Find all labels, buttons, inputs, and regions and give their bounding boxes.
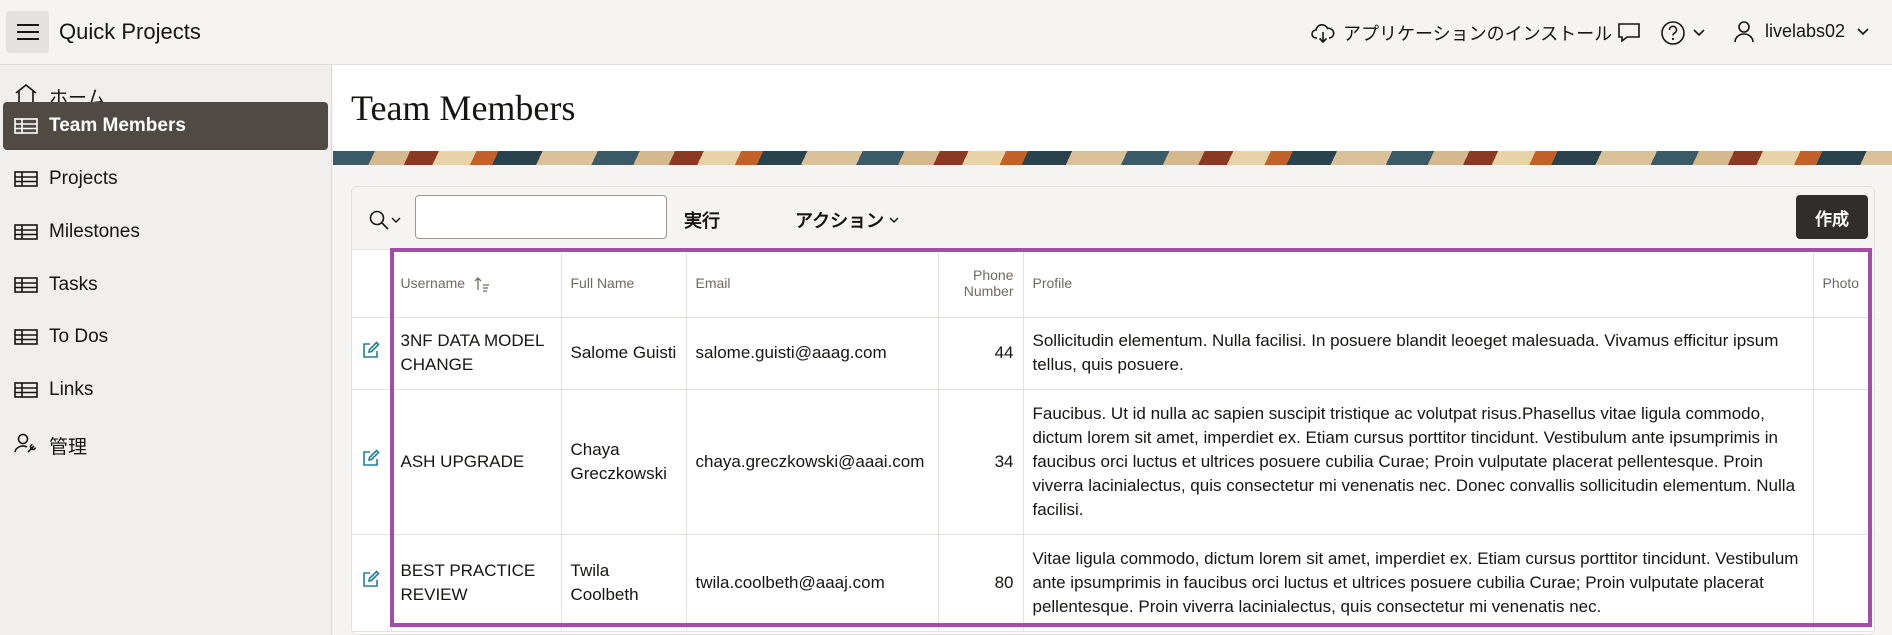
column-header-username[interactable]: Username: [391, 250, 562, 318]
cell-phone-number: 80: [938, 534, 1024, 632]
sort-ascending-icon: [474, 276, 489, 292]
go-button[interactable]: 実行: [684, 207, 720, 233]
cell-photo: [1813, 534, 1874, 632]
user-menu-button[interactable]: livelabs02: [1765, 21, 1870, 42]
table-icon: [14, 118, 38, 134]
cell-photo: [1813, 317, 1874, 390]
edit-cell[interactable]: [352, 389, 392, 535]
table-icon: [14, 329, 38, 345]
edit-column-header: [352, 250, 392, 318]
user-wrench-icon: [14, 433, 37, 453]
cell-email: chaya.greczkowski@aaai.com: [686, 389, 939, 535]
install-app-label: アプリケーションのインストール: [1343, 24, 1613, 44]
sidebar-item-label: 管理: [49, 437, 88, 458]
sidebar-item-admin[interactable]: 管理: [3, 419, 328, 467]
table-row: BEST PRACTICE REVIEW Twila Coolbeth twil…: [352, 534, 1874, 632]
sidebar-item-label: Milestones: [49, 221, 140, 242]
cell-profile: Faucibus. Ut id nulla ac sapien suscipit…: [1023, 389, 1814, 535]
sidebar-item-label: Team Members: [49, 115, 186, 136]
column-header-phone-number[interactable]: Phone Number: [938, 250, 1024, 318]
menu-toggle-button[interactable]: [6, 11, 49, 53]
edit-icon[interactable]: [361, 569, 381, 589]
chevron-down-icon: [889, 217, 899, 223]
table-icon: [14, 171, 38, 187]
edit-cell[interactable]: [352, 534, 392, 632]
table-icon: [14, 224, 38, 240]
sidebar-item-projects[interactable]: Projects: [3, 155, 328, 203]
username-label: livelabs02: [1765, 21, 1846, 41]
cell-email: salome.guisti@aaag.com: [686, 317, 939, 390]
actions-label: アクション: [795, 211, 885, 231]
page-title: Team Members: [351, 88, 576, 128]
actions-menu-button[interactable]: アクション: [795, 207, 900, 233]
cell-profile: Vitae ligula commodo, dictum lorem sit a…: [1023, 534, 1814, 632]
chevron-down-icon: [391, 217, 401, 223]
edit-icon[interactable]: [361, 340, 381, 360]
column-header-photo[interactable]: Photo: [1813, 250, 1874, 318]
search-column-button[interactable]: [368, 206, 408, 234]
edit-cell[interactable]: [352, 317, 392, 390]
cell-username: ASH UPGRADE: [391, 389, 562, 535]
cell-username: BEST PRACTICE REVIEW: [391, 534, 562, 632]
page-hero: Team Members: [333, 65, 1892, 165]
cell-username: 3NF DATA MODEL CHANGE: [391, 317, 562, 390]
cell-phone-number: 44: [938, 317, 1024, 390]
chevron-down-icon: [1693, 29, 1705, 37]
edit-icon[interactable]: [361, 448, 381, 468]
sidebar-item-label: Tasks: [49, 274, 98, 295]
table-row: ASH UPGRADE Chaya Greczkowski chaya.grec…: [352, 389, 1874, 535]
report-toolbar: 実行 アクション 作成: [352, 187, 1874, 250]
cloud-download-icon: [1311, 24, 1335, 44]
table-icon: [14, 382, 38, 398]
sidebar-item-label: Links: [49, 379, 94, 400]
sidebar-item-tasks[interactable]: Tasks: [3, 261, 328, 309]
table-icon: [14, 277, 38, 293]
search-icon: [369, 210, 389, 230]
column-header-email[interactable]: Email: [686, 250, 939, 318]
cell-phone-number: 34: [938, 389, 1024, 535]
report-table: Username Full Name Email Phone Number Pr…: [352, 250, 1874, 632]
decorative-banner: [333, 151, 1892, 165]
install-app-button[interactable]: アプリケーションのインストール: [1311, 20, 1612, 46]
cell-email: twila.coolbeth@aaaj.com: [686, 534, 939, 632]
chat-icon[interactable]: [1616, 20, 1642, 44]
help-menu-button[interactable]: [1660, 20, 1706, 46]
app-header: Quick Projects アプリケーションのインストール livelabs0…: [0, 0, 1892, 65]
cell-photo: [1813, 389, 1874, 535]
cell-profile: Sollicitudin elementum. Nulla facilisi. …: [1023, 317, 1814, 390]
sidebar-item-team-members[interactable]: Team Members: [3, 102, 328, 150]
user-icon: [1734, 21, 1754, 43]
help-icon: [1661, 21, 1685, 45]
cell-full-name: Salome Guisti: [561, 317, 687, 390]
cell-full-name: Chaya Greczkowski: [561, 389, 687, 535]
interactive-report: 実行 アクション 作成 Username Full Name Email Pho…: [351, 186, 1875, 635]
column-header-profile[interactable]: Profile: [1023, 250, 1814, 318]
sidebar-item-milestones[interactable]: Milestones: [3, 208, 328, 256]
column-header-full-name[interactable]: Full Name: [561, 250, 687, 318]
table-header-row: Username Full Name Email Phone Number Pr…: [352, 250, 1874, 318]
sidebar-item-label: To Dos: [49, 326, 109, 347]
create-button[interactable]: 作成: [1796, 195, 1868, 239]
sidebar-nav: ホーム Team Members Projects Milestones Tas…: [0, 65, 332, 635]
search-input[interactable]: [415, 195, 667, 239]
table-row: 3NF DATA MODEL CHANGE Salome Guisti salo…: [352, 317, 1874, 390]
sidebar-item-to-dos[interactable]: To Dos: [3, 313, 328, 361]
main-content: Team Members 実行 アクション 作成 Username Full N…: [333, 65, 1892, 635]
sidebar-item-links[interactable]: Links: [3, 366, 328, 414]
sidebar-item-label: Projects: [49, 168, 118, 189]
app-title[interactable]: Quick Projects: [59, 19, 201, 45]
hamburger-icon: [16, 24, 39, 26]
chevron-down-icon: [1857, 28, 1869, 36]
cell-full-name: Twila Coolbeth: [561, 534, 687, 632]
